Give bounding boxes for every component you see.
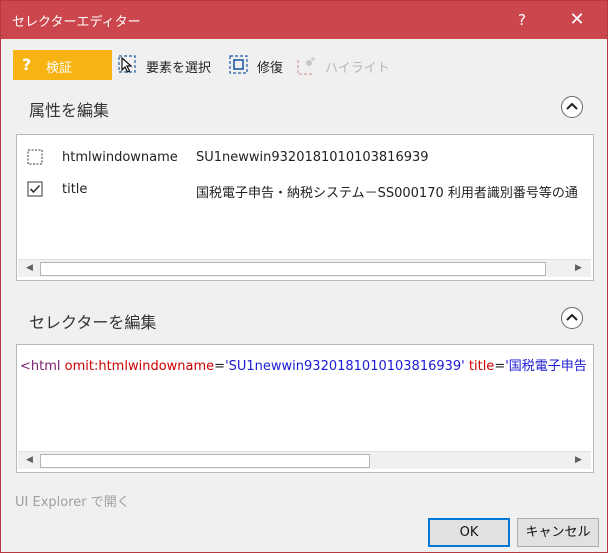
window-title: セレクターエディター [12,15,141,30]
highlight-button[interactable]: ハイライト [297,53,390,77]
selector-equals: = [214,359,226,374]
selector-tag: <html [20,359,65,374]
help-button[interactable]: ? [507,6,537,34]
attribute-value[interactable]: 国税電子申告・納税システム－SS000170 利用者識別番号等の通 [196,182,578,201]
selector-attr-value: 'SU1newwin9320181010103816939' [225,359,465,374]
repair-label: 修復 [257,61,284,76]
repair-icon [229,55,248,74]
selector-attr-name: title [468,359,495,374]
select-cursor-icon [118,55,136,73]
highlight-icon [297,57,315,75]
selector-editor-panel[interactable]: <html omit:htmlwindowname='SU1newwin9320… [16,344,594,473]
selector-collapse-button[interactable] [561,307,583,329]
scroll-left-icon[interactable]: ◀ [21,452,38,469]
chevron-up-icon [566,102,578,110]
attribute-row: title 国税電子申告・納税システム－SS000170 利用者識別番号等の通 [17,177,593,203]
selector-section-title: セレクターを編集 [29,313,157,332]
select-element-button[interactable]: 要素を選択 [118,53,218,77]
selector-editor-window: セレクターエディター ? ✕ ? 検証 要素を選択 修復 ハイライト 属性を編集… [0,0,608,553]
attributes-section-title: 属性を編集 [29,101,110,120]
question-icon: ? [22,55,32,74]
scrollbar-thumb[interactable] [40,262,546,276]
selector-equals: = [494,359,506,374]
checkbox-unchecked[interactable] [27,149,43,165]
scrollbar-thumb[interactable] [40,454,370,468]
selector-horizontal-scrollbar[interactable]: ◀ ▶ [18,451,591,469]
open-in-ui-explorer-link[interactable]: UI Explorer で開く [15,491,130,510]
attribute-value[interactable]: SU1newwin9320181010103816939 [196,150,429,165]
scroll-left-icon[interactable]: ◀ [21,260,38,277]
selector-code[interactable]: <html omit:htmlwindowname='SU1newwin9320… [20,355,587,374]
attribute-name: title [62,182,88,197]
toolbar: ? 検証 要素を選択 修復 ハイライト [1,47,607,83]
highlight-label: ハイライト [325,61,390,76]
attributes-horizontal-scrollbar[interactable]: ◀ ▶ [18,259,591,277]
validate-button[interactable]: ? 検証 [13,50,112,80]
title-bar: セレクターエディター ? ✕ [1,1,607,39]
attributes-panel: htmlwindowname SU1newwin9320181010103816… [16,134,594,281]
attributes-collapse-button[interactable] [561,96,583,118]
validate-label: 検証 [46,61,73,76]
attribute-row: htmlwindowname SU1newwin9320181010103816… [17,145,593,171]
chevron-up-icon [566,313,578,321]
attribute-name: htmlwindowname [62,150,178,165]
scroll-right-icon[interactable]: ▶ [570,452,587,469]
selector-attr-name: omit:htmlwindowname [64,359,215,374]
scroll-right-icon[interactable]: ▶ [570,260,587,277]
select-element-label: 要素を選択 [146,61,212,76]
selector-attr-value: '国税電子申告 [505,359,587,374]
cancel-button[interactable]: キャンセル [517,518,599,547]
checkbox-checked[interactable] [27,181,43,197]
close-button[interactable]: ✕ [562,6,592,34]
repair-button[interactable]: 修復 [229,53,291,77]
ok-button[interactable]: OK [428,518,510,547]
